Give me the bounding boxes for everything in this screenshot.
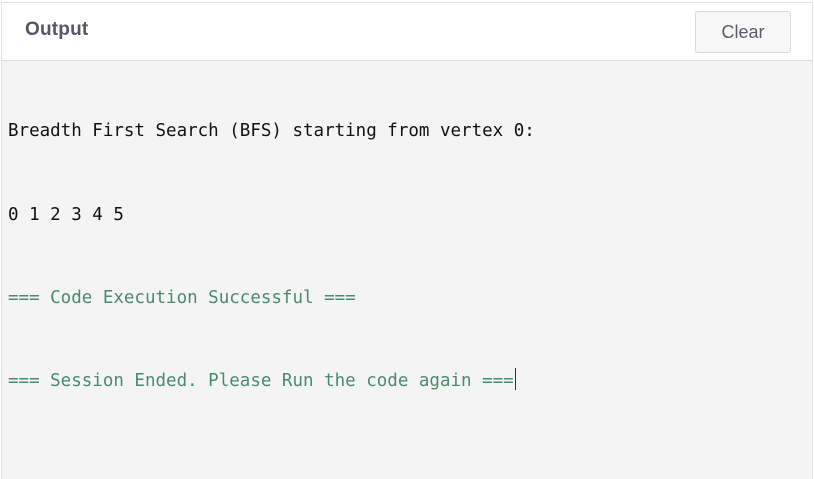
output-title: Output: [25, 19, 89, 40]
text-cursor: [514, 367, 516, 390]
console-line-text: === Session Ended. Please Run the code a…: [8, 370, 514, 391]
clear-button[interactable]: Clear: [695, 11, 791, 53]
console-line: Breadth First Search (BFS) starting from…: [8, 121, 535, 142]
output-header: Output Clear: [2, 3, 812, 61]
console-output[interactable]: Breadth First Search (BFS) starting from…: [8, 63, 808, 451]
console-line: 0 1 2 3 4 5: [8, 204, 135, 225]
console-line-last: === Session Ended. Please Run the code a…: [8, 367, 808, 396]
console-line: === Code Execution Successful ===: [8, 287, 356, 308]
output-panel: Output Clear Breadth First Search (BFS) …: [1, 2, 813, 479]
